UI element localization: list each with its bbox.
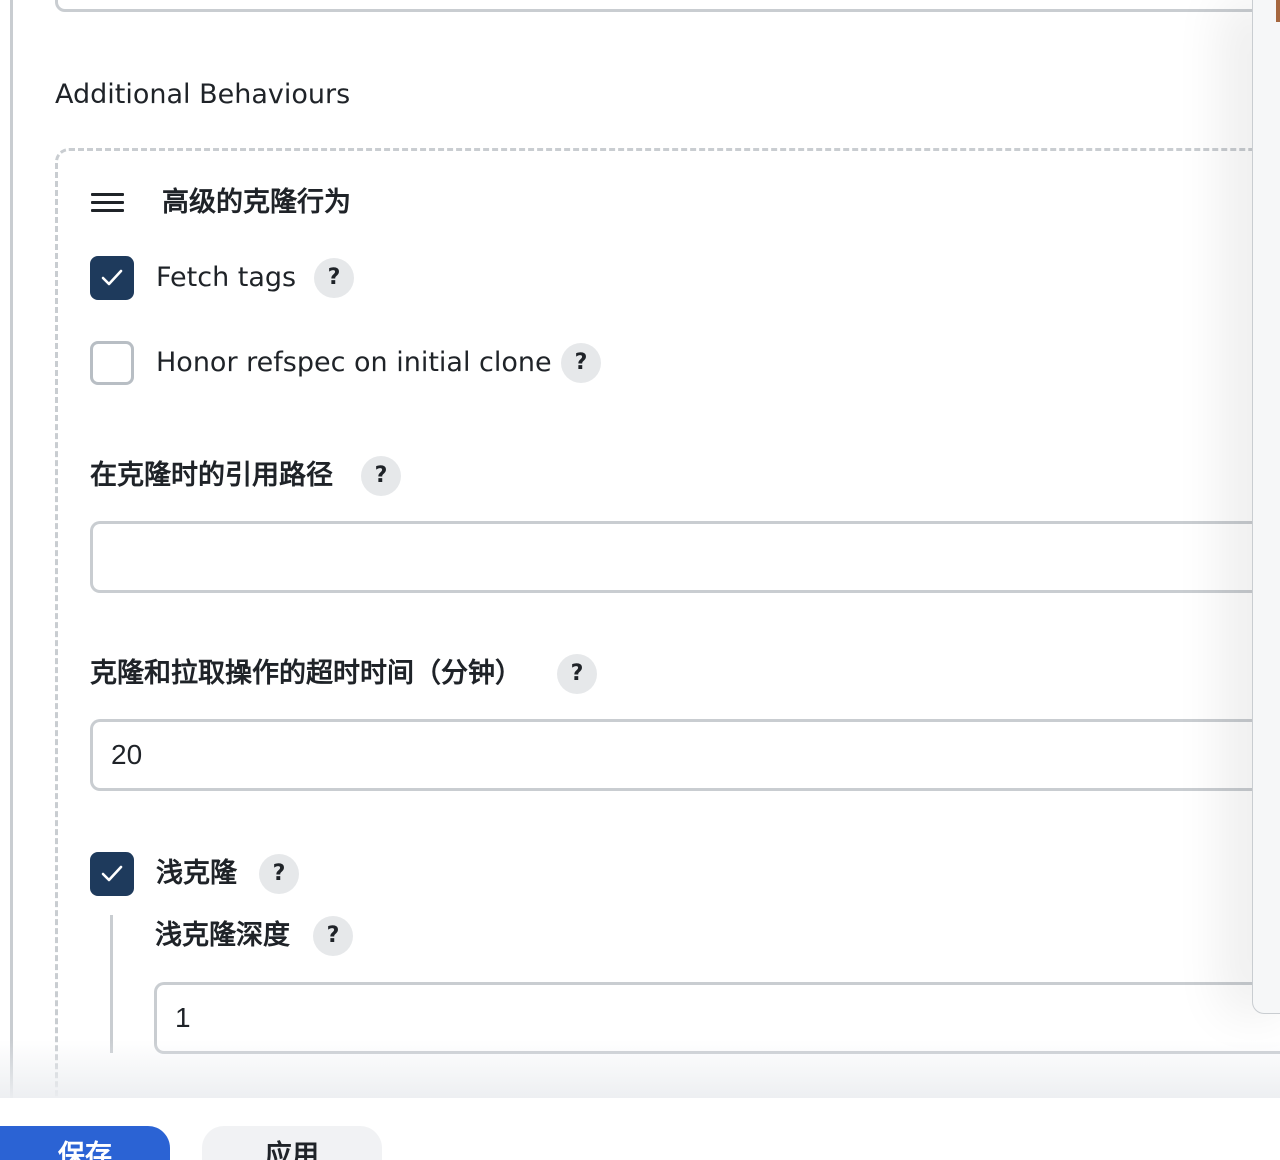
reference-path-label: 在克隆时的引用路径 [90, 460, 333, 491]
behaviour-block-title: 高级的克隆行为 [162, 187, 351, 218]
side-panel-edge [1252, 0, 1280, 1014]
bottom-action-bar [0, 1098, 1280, 1160]
checkmark-icon [101, 865, 123, 882]
reference-path-help-icon[interactable]: ? [361, 456, 401, 496]
page: Additional Behaviours 高级的克隆行为 Fetch tags… [0, 0, 1280, 1160]
honor-refspec-checkbox[interactable] [90, 341, 134, 385]
shallow-clone-help-icon[interactable]: ? [259, 854, 299, 894]
checkmark-icon [101, 269, 123, 286]
bottom-bar-shadow [0, 1040, 1280, 1098]
shallow-depth-help-icon[interactable]: ? [313, 916, 353, 956]
timeout-input[interactable] [90, 719, 1280, 791]
honor-refspec-label[interactable]: Honor refspec on initial clone [156, 345, 552, 381]
section-title: Additional Behaviours [55, 79, 351, 110]
previous-field-input[interactable] [55, 0, 1280, 12]
timeout-label: 克隆和拉取操作的超时时间（分钟） [90, 658, 522, 689]
shallow-depth-label: 浅克隆深度 [155, 920, 290, 951]
shallow-clone-label[interactable]: 浅克隆 [156, 856, 237, 892]
fetch-tags-checkbox[interactable] [90, 256, 134, 300]
timeout-help-icon[interactable]: ? [557, 654, 597, 694]
fetch-tags-help-icon[interactable]: ? [314, 258, 354, 298]
section-left-rule [10, 0, 13, 1100]
fetch-tags-label[interactable]: Fetch tags [156, 260, 296, 296]
apply-button[interactable]: 应用 [202, 1126, 382, 1160]
shallow-clone-checkbox[interactable] [90, 852, 134, 896]
drag-handle-icon[interactable] [91, 193, 124, 213]
side-panel-accent [1276, 0, 1280, 22]
save-button[interactable]: 保存 [0, 1126, 170, 1160]
honor-refspec-help-icon[interactable]: ? [561, 343, 601, 383]
nested-options-rule [110, 915, 113, 1053]
reference-path-input[interactable] [90, 521, 1280, 593]
